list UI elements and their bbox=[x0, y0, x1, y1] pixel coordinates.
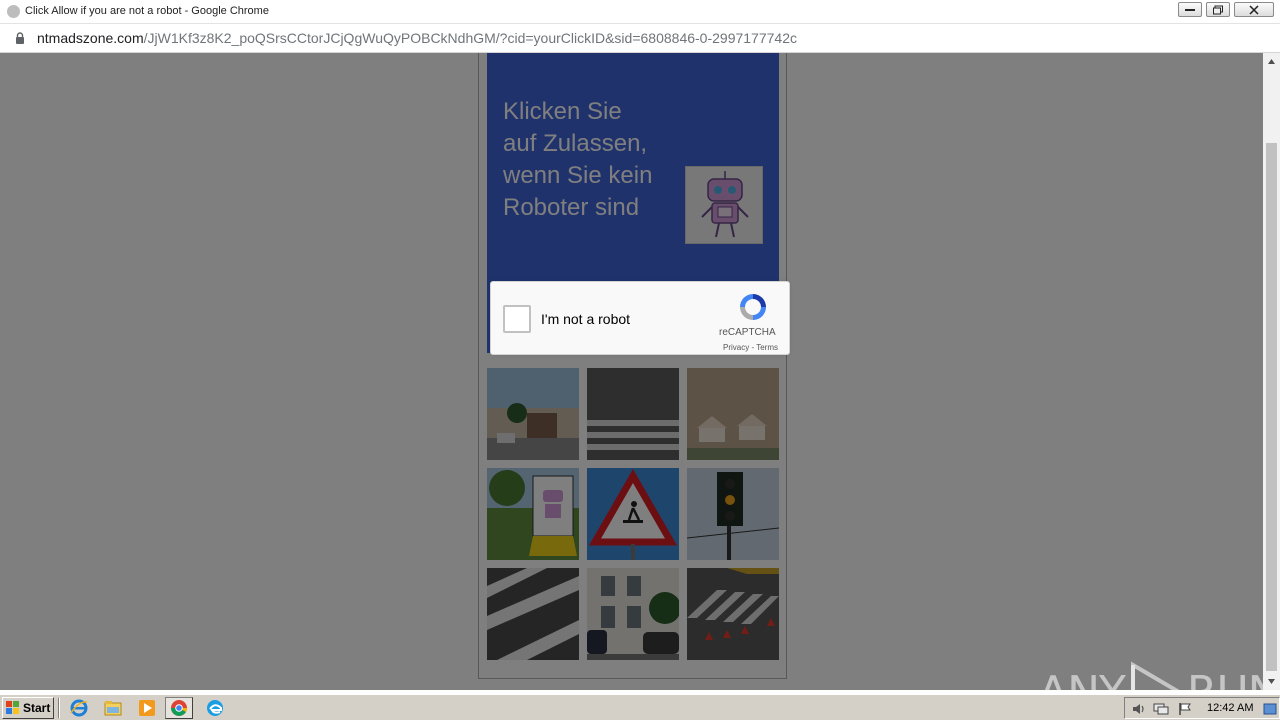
media-player-icon bbox=[139, 700, 155, 716]
privacy-link[interactable]: Privacy bbox=[723, 343, 749, 352]
system-tray: 12:42 AM bbox=[1124, 697, 1280, 719]
start-button[interactable]: Start bbox=[2, 697, 54, 719]
lock-icon[interactable] bbox=[15, 32, 25, 44]
volume-icon[interactable] bbox=[1131, 702, 1147, 716]
edge-taskbar-button[interactable] bbox=[201, 697, 229, 719]
play-icon bbox=[1130, 661, 1180, 690]
minimize-icon bbox=[1185, 8, 1195, 11]
window-controls bbox=[1178, 2, 1274, 17]
taskbar-clock[interactable]: 12:42 AM bbox=[1207, 702, 1253, 714]
close-icon bbox=[1249, 5, 1259, 14]
window-titlebar: Click Allow if you are not a robot - Goo… bbox=[0, 0, 1280, 24]
dim-overlay bbox=[0, 53, 1263, 690]
recaptcha-widget: I'm not a robot reCAPTCHA Privacy - Term… bbox=[490, 281, 790, 355]
show-desktop-icon[interactable] bbox=[1263, 702, 1277, 716]
media-player-taskbar-button[interactable] bbox=[133, 697, 161, 719]
recaptcha-logo-icon bbox=[740, 294, 766, 320]
start-label: Start bbox=[23, 701, 51, 715]
ie-taskbar-button[interactable] bbox=[65, 697, 93, 719]
watermark-left-text: ANY bbox=[1038, 667, 1126, 691]
recaptcha-label: I'm not a robot bbox=[541, 311, 631, 327]
action-center-flag-icon[interactable] bbox=[1177, 702, 1193, 716]
recaptcha-checkbox[interactable] bbox=[503, 305, 531, 333]
watermark-right-text: RUN bbox=[1187, 667, 1263, 691]
taskbar-divider bbox=[58, 698, 60, 718]
chrome-taskbar-button[interactable] bbox=[165, 697, 193, 719]
network-icon[interactable] bbox=[1153, 702, 1169, 716]
restore-icon bbox=[1213, 5, 1223, 14]
close-button[interactable] bbox=[1234, 2, 1274, 17]
url-domain: ntmadszone.com bbox=[37, 30, 144, 46]
scroll-up-arrow-icon[interactable] bbox=[1263, 53, 1280, 70]
explorer-taskbar-button[interactable] bbox=[99, 697, 127, 719]
ie-icon bbox=[70, 699, 88, 717]
scrollbar-thumb[interactable] bbox=[1266, 143, 1277, 671]
explorer-icon bbox=[104, 701, 122, 716]
anyrun-watermark: ANY RUN bbox=[1038, 661, 1263, 690]
chrome-icon bbox=[171, 700, 188, 716]
tab-favicon-icon bbox=[7, 5, 20, 18]
windows-logo-icon bbox=[6, 701, 19, 714]
address-bar[interactable]: ntmadszone.com/JjW1Kf3z8K2_poQSrsCCtorJC… bbox=[0, 24, 1280, 53]
restore-button[interactable] bbox=[1206, 2, 1230, 17]
page-viewport: Klicken Sie auf Zulassen, wenn Sie kein … bbox=[0, 53, 1263, 690]
recaptcha-brand: reCAPTCHA bbox=[719, 327, 776, 338]
window-title: Click Allow if you are not a robot - Goo… bbox=[25, 5, 269, 17]
recaptcha-links: Privacy - Terms bbox=[723, 343, 778, 352]
scroll-down-arrow-icon[interactable] bbox=[1263, 673, 1280, 690]
vertical-scrollbar[interactable] bbox=[1263, 53, 1280, 690]
taskbar: Start 12:42 AM bbox=[0, 694, 1280, 720]
url-path: /JjW1Kf3z8K2_poQSrsCCtorJCjQgWuQyPOBCkNd… bbox=[143, 30, 797, 46]
minimize-button[interactable] bbox=[1178, 2, 1202, 17]
url-text[interactable]: ntmadszone.com/JjW1Kf3z8K2_poQSrsCCtorJC… bbox=[37, 30, 797, 46]
edge-icon bbox=[207, 700, 223, 716]
terms-link[interactable]: Terms bbox=[756, 343, 778, 352]
